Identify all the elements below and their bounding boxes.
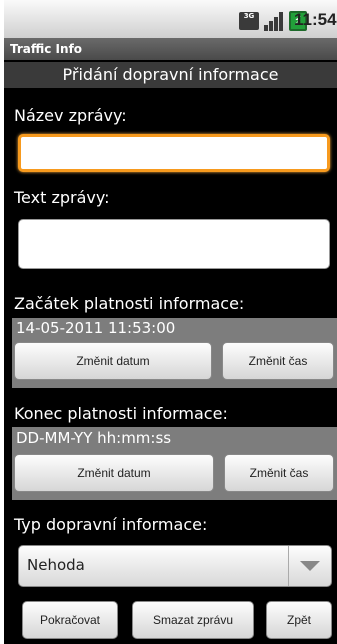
end-label: Konec platnosti informace:: [14, 404, 228, 423]
text-label: Text zprávy:: [14, 188, 110, 207]
chevron-down-icon[interactable]: [288, 546, 331, 586]
signal-icon: [264, 11, 286, 31]
type-label: Typ dopravní informace:: [14, 515, 208, 534]
name-input[interactable]: [18, 134, 330, 172]
phone-screen: 3G ⚡ 11:54 Traffic Info Přidání dopravní…: [4, 0, 337, 644]
back-button[interactable]: Zpět: [266, 601, 332, 639]
start-change-date-button[interactable]: Změnit datum: [14, 342, 212, 380]
start-label: Začátek platnosti informace:: [14, 294, 245, 313]
page-heading: Přidání dopravní informace: [4, 62, 337, 88]
end-datetime: DD-MM-YY hh:mm:ss: [16, 429, 172, 447]
text-input[interactable]: [18, 219, 330, 269]
status-bar: 3G ⚡ 11:54: [4, 0, 337, 39]
type-select[interactable]: Nehoda: [18, 545, 332, 587]
start-change-time-button[interactable]: Změnit čas: [222, 342, 334, 380]
app-title: Traffic Info: [4, 38, 337, 60]
continue-button[interactable]: Pokračovat: [22, 601, 118, 639]
status-time: 11:54: [294, 10, 337, 29]
name-label: Název zprávy:: [14, 106, 127, 125]
start-datetime: 14-05-2011 11:53:00: [16, 319, 176, 337]
type-selected-value: Nehoda: [27, 556, 85, 574]
end-change-date-button[interactable]: Změnit datum: [14, 454, 214, 492]
end-change-time-button[interactable]: Změnit čas: [224, 454, 334, 492]
3g-icon: 3G: [239, 12, 259, 30]
delete-message-button[interactable]: Smazat zprávu: [132, 601, 254, 639]
